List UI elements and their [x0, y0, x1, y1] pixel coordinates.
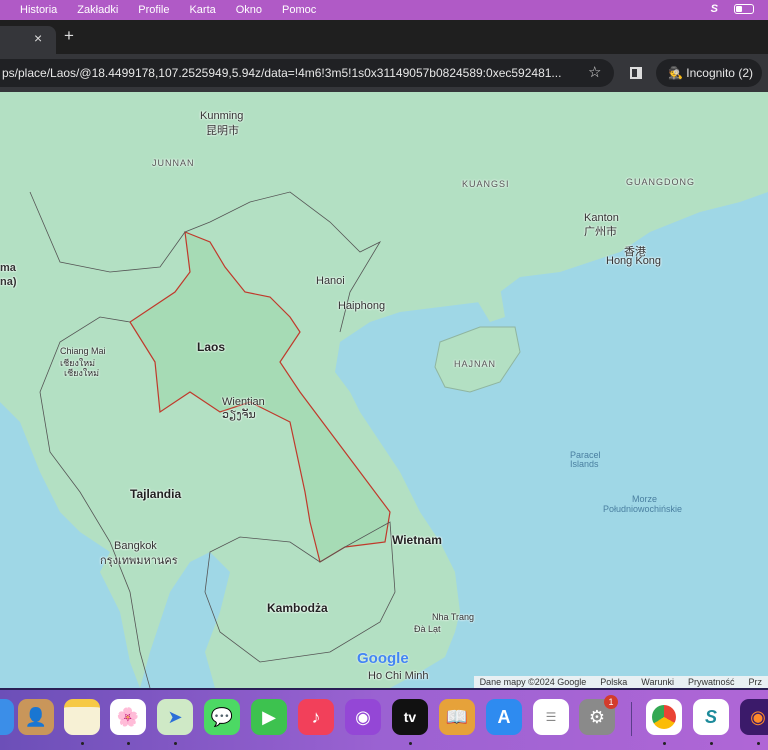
menu-okno[interactable]: Okno	[226, 4, 272, 16]
menu-historia[interactable]: Historia	[0, 4, 67, 16]
label-paracel-2: Islands	[570, 459, 599, 469]
dock-music[interactable]: ♪	[298, 699, 334, 735]
dock: 👤 🌸 ➤ 💬 ▶ ♪ ◉ tv 📖 A ☰ ⚙ 1 S ◉	[0, 688, 768, 750]
label-myanmar-1: ma	[0, 262, 16, 274]
map-attribution: Dane mapy ©2024 Google Polska Warunki Pr…	[473, 676, 768, 688]
dock-facetime[interactable]: ▶	[251, 699, 287, 735]
dock-photos[interactable]: 🌸	[110, 699, 146, 735]
settings-badge: 1	[604, 695, 618, 709]
label-wietnam: Wietnam	[392, 533, 442, 547]
label-hong-kong: Hong Kong	[606, 255, 662, 267]
incognito-label: Incognito (2)	[686, 66, 753, 80]
label-kambodza: Kambodża	[267, 601, 328, 615]
menu-zakladki[interactable]: Zakładki	[67, 4, 128, 16]
label-guangdong: GUANGDONG	[626, 177, 696, 187]
dock-reminders[interactable]: ☰	[533, 699, 569, 735]
attrib-data: Dane mapy ©2024 Google	[479, 677, 587, 687]
dock-podcasts[interactable]: ◉	[345, 699, 381, 735]
close-tab-icon[interactable]: ×	[34, 30, 42, 46]
dock-tv[interactable]: tv	[392, 699, 428, 735]
running-indicator	[409, 742, 412, 745]
battery-icon[interactable]	[734, 4, 754, 14]
label-laos[interactable]: Laos	[197, 340, 225, 354]
label-myanmar-2: na)	[0, 276, 17, 288]
attrib-more[interactable]: Prz	[749, 676, 763, 688]
dock-firefox[interactable]: ◉	[740, 699, 768, 735]
menu-pomoc[interactable]: Pomoc	[272, 4, 326, 16]
running-indicator	[663, 742, 666, 745]
dock-books[interactable]: 📖	[439, 699, 475, 735]
label-junnan: JUNNAN	[152, 158, 195, 168]
dock-notes[interactable]	[64, 699, 100, 735]
running-indicator	[757, 742, 760, 745]
label-kunming-cn: 昆明市	[206, 125, 239, 137]
label-ho-chi-minh: Ho Chi Minh	[368, 670, 429, 682]
map-canvas[interactable]: Kunming 昆明市 JUNNAN KUANGSI GUANGDONG Kan…	[0, 92, 768, 688]
running-indicator	[710, 742, 713, 745]
tab-laos[interactable]: ×	[0, 26, 56, 54]
running-indicator	[174, 742, 177, 745]
label-nha-trang: Nha Trang	[432, 612, 475, 622]
label-haiphong: Haiphong	[338, 300, 386, 312]
dock-surfshark[interactable]: S	[693, 699, 729, 735]
running-indicator	[81, 742, 84, 745]
toolbar: ps/place/Laos/@18.4499178,107.2525949,5.…	[0, 54, 768, 92]
menu-karta[interactable]: Karta	[179, 4, 225, 16]
address-bar[interactable]: ps/place/Laos/@18.4499178,107.2525949,5.…	[0, 59, 614, 87]
label-chiang-mai-th2: เชียงใหม่	[64, 368, 100, 378]
label-hanoi: Hanoi	[316, 275, 345, 287]
label-morze: Morze	[632, 494, 658, 504]
label-wientian-lo: ວຽງຈັນ	[222, 409, 256, 421]
dock-chrome[interactable]	[646, 699, 682, 735]
dock-contacts[interactable]: 👤	[18, 699, 54, 735]
dock-separator	[631, 702, 632, 736]
label-wientian: Wientian	[222, 396, 265, 408]
label-morze-2: Południowochińskie	[603, 504, 683, 514]
attrib-warunki[interactable]: Warunki	[641, 676, 674, 688]
label-da-lat: Đà Lạt	[414, 624, 441, 634]
label-kanton-cn: 广州市	[584, 226, 617, 238]
chrome-icon	[652, 705, 676, 729]
menu-bar: Historia Zakładki Profile Karta Okno Pom…	[0, 0, 768, 20]
surfshark-icon[interactable]: S	[711, 3, 718, 15]
dock-messages[interactable]: 💬	[204, 699, 240, 735]
dock-finder[interactable]	[0, 699, 14, 735]
running-indicator	[127, 742, 130, 745]
label-chiang-mai: Chiang Mai	[60, 346, 106, 356]
attrib-polska[interactable]: Polska	[600, 676, 627, 688]
dock-app-store[interactable]: A	[486, 699, 522, 735]
menu-profile[interactable]: Profile	[128, 4, 179, 16]
tab-bar: × +	[0, 20, 768, 54]
bookmark-star-icon[interactable]: ☆	[588, 59, 601, 87]
google-logo: Google	[357, 650, 409, 667]
side-panel-icon[interactable]	[630, 67, 642, 79]
label-tajlandia: Tajlandia	[130, 487, 182, 501]
dock-maps[interactable]: ➤	[157, 699, 193, 735]
attrib-prywatnosc[interactable]: Prywatność	[688, 676, 735, 688]
label-kuangsi: KUANGSI	[462, 179, 510, 189]
label-hajnan: HAJNAN	[454, 359, 497, 369]
tv-label: tv	[403, 709, 417, 725]
label-kunming: Kunming	[200, 110, 244, 122]
new-tab-button[interactable]: +	[64, 26, 74, 46]
incognito-button[interactable]: 🕵 Incognito (2)	[656, 59, 762, 87]
label-bangkok-th: กรุงเทพมหานคร	[100, 555, 178, 567]
